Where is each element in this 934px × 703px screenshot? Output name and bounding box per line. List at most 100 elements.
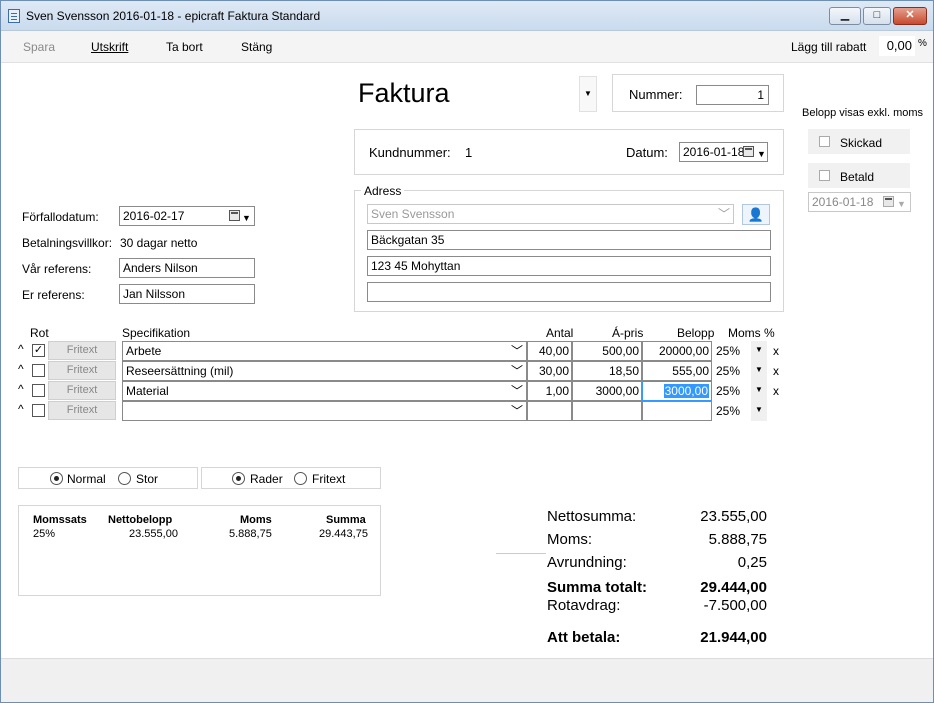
- rader-radio[interactable]: [232, 472, 245, 485]
- divider: [496, 553, 546, 554]
- normal-radio[interactable]: [50, 472, 63, 485]
- spec-value: Material: [126, 384, 169, 398]
- title-bar: Sven Svensson 2016-01-18 - epicraft Fakt…: [1, 1, 933, 31]
- antal-input[interactable]: 40,00: [527, 341, 572, 361]
- stor-label: Stor: [136, 472, 159, 486]
- delete-row-icon[interactable]: x: [773, 344, 779, 358]
- utskrift-button[interactable]: Utskrift: [91, 40, 128, 54]
- betald-checkbox[interactable]: Betald: [808, 163, 910, 188]
- rabatt-input[interactable]: 0,00: [879, 36, 915, 56]
- header-specifikation: Specifikation: [122, 326, 191, 340]
- apris-input[interactable]: 500,00: [572, 341, 642, 361]
- betalningsvillkor-value[interactable]: 30 dagar netto: [120, 236, 197, 250]
- spara-button[interactable]: Spara: [23, 40, 55, 54]
- calendar-icon: [743, 146, 754, 157]
- belopp-note: Belopp visas exkl. moms: [802, 107, 924, 119]
- vat-cell: 29.443,75: [319, 528, 368, 540]
- spec-select[interactable]: ﹀: [122, 401, 527, 421]
- datum-label: Datum:: [626, 145, 668, 160]
- fritext-button[interactable]: Fritext: [48, 401, 116, 420]
- rabatt-unit: %: [918, 38, 927, 49]
- moms-total-value: 5.888,75: [708, 531, 767, 548]
- spec-value: Reseersättning (mil): [126, 364, 234, 378]
- vat-cell: 25%: [33, 528, 56, 540]
- chevron-down-icon: ﹀: [511, 404, 524, 418]
- betald-check: [819, 170, 830, 181]
- stor-radio[interactable]: [118, 472, 131, 485]
- belopp-input[interactable]: [642, 401, 712, 421]
- rot-checkbox[interactable]: [32, 384, 45, 397]
- rot-checkbox[interactable]: [32, 364, 45, 377]
- nummer-panel: Nummer: 1: [612, 74, 784, 112]
- forfallodatum-picker[interactable]: 2016-02-17 ▼: [119, 206, 255, 226]
- close-window-button[interactable]: ✕: [893, 7, 927, 25]
- move-up-icon[interactable]: ^: [18, 342, 24, 356]
- moms-dropdown[interactable]: ▼: [751, 381, 767, 401]
- document-type-title: Faktura: [358, 78, 450, 108]
- er-referens-input[interactable]: Jan Nilsson: [119, 284, 255, 304]
- rader-label: Rader: [250, 472, 283, 486]
- customer-select[interactable]: Sven Svensson ﹀: [367, 204, 734, 224]
- app-window: Sven Svensson 2016-01-18 - epicraft Fakt…: [0, 0, 934, 703]
- moms-dropdown[interactable]: ▼: [751, 341, 767, 361]
- moms-dropdown[interactable]: ▼: [751, 401, 767, 421]
- netto-value: 23.555,00: [700, 508, 767, 525]
- document-icon: [8, 9, 20, 23]
- betald-date-picker: 2016-01-18 ▼: [808, 192, 911, 212]
- belopp-selected-text: 3000,00: [663, 384, 709, 398]
- kund-panel: Kundnummer: 1 Datum: 2016-01-18 ▼: [354, 129, 784, 175]
- belopp-input[interactable]: 3000,00: [642, 381, 712, 401]
- rot-checkbox[interactable]: ✓: [32, 344, 45, 357]
- move-up-icon[interactable]: ^: [18, 382, 24, 396]
- delete-row-icon[interactable]: x: [773, 384, 779, 398]
- nummer-input[interactable]: 1: [696, 85, 769, 105]
- forfallodatum-value: 2016-02-17: [123, 209, 185, 223]
- maximize-button[interactable]: □: [863, 7, 891, 25]
- delete-row-icon[interactable]: x: [773, 364, 779, 378]
- spec-select[interactable]: Material ﹀: [122, 381, 527, 401]
- stang-button[interactable]: Stäng: [241, 40, 272, 54]
- customer-name: Sven Svensson: [371, 207, 455, 221]
- att-betala-label: Att betala:: [547, 629, 621, 646]
- skickad-checkbox[interactable]: Skickad: [808, 129, 910, 154]
- status-bar: [1, 658, 933, 702]
- fritext-button[interactable]: Fritext: [48, 381, 116, 400]
- antal-input[interactable]: [527, 401, 572, 421]
- apris-input[interactable]: [572, 401, 642, 421]
- betalningsvillkor-label: Betalningsvillkor:: [22, 236, 113, 250]
- address-line1-input[interactable]: Bäckgatan 35: [367, 230, 771, 250]
- fritext-radio[interactable]: [294, 472, 307, 485]
- rot-checkbox[interactable]: [32, 404, 45, 417]
- spec-select[interactable]: Arbete ﹀: [122, 341, 527, 361]
- person-icon: 👤: [747, 207, 765, 222]
- netto-label: Nettosumma:: [547, 508, 637, 525]
- spec-select[interactable]: Reseersättning (mil) ﹀: [122, 361, 527, 381]
- move-up-icon[interactable]: ^: [18, 402, 24, 416]
- spec-value: Arbete: [126, 344, 162, 358]
- datum-picker[interactable]: 2016-01-18 ▼: [679, 142, 768, 162]
- document-type-dropdown[interactable]: ▼: [579, 76, 597, 112]
- vat-header: Momssats: [33, 514, 87, 526]
- fritext-button[interactable]: Fritext: [48, 361, 116, 380]
- address-line3-input[interactable]: [367, 282, 771, 302]
- address-line2-input[interactable]: 123 45 Mohyttan: [367, 256, 771, 276]
- antal-input[interactable]: 1,00: [527, 381, 572, 401]
- belopp-input[interactable]: 555,00: [642, 361, 712, 381]
- chevron-down-icon: ▼: [757, 149, 766, 159]
- apris-input[interactable]: 18,50: [572, 361, 642, 381]
- customer-lookup-button[interactable]: 👤: [742, 204, 770, 225]
- kundnummer-label: Kundnummer:: [369, 145, 451, 160]
- ta-bort-button[interactable]: Ta bort: [166, 40, 203, 54]
- antal-input[interactable]: 30,00: [527, 361, 572, 381]
- moms-dropdown[interactable]: ▼: [751, 361, 767, 381]
- move-up-icon[interactable]: ^: [18, 362, 24, 376]
- minimize-button[interactable]: ▁: [829, 7, 861, 25]
- datum-value: 2016-01-18: [683, 145, 745, 159]
- fritext-button[interactable]: Fritext: [48, 341, 116, 360]
- belopp-input[interactable]: 20000,00: [642, 341, 712, 361]
- skickad-check: [819, 136, 830, 147]
- moms-label: Moms:: [547, 531, 592, 548]
- apris-input[interactable]: 3000,00: [572, 381, 642, 401]
- var-referens-input[interactable]: Anders Nilson: [119, 258, 255, 278]
- calendar-icon: [883, 196, 894, 207]
